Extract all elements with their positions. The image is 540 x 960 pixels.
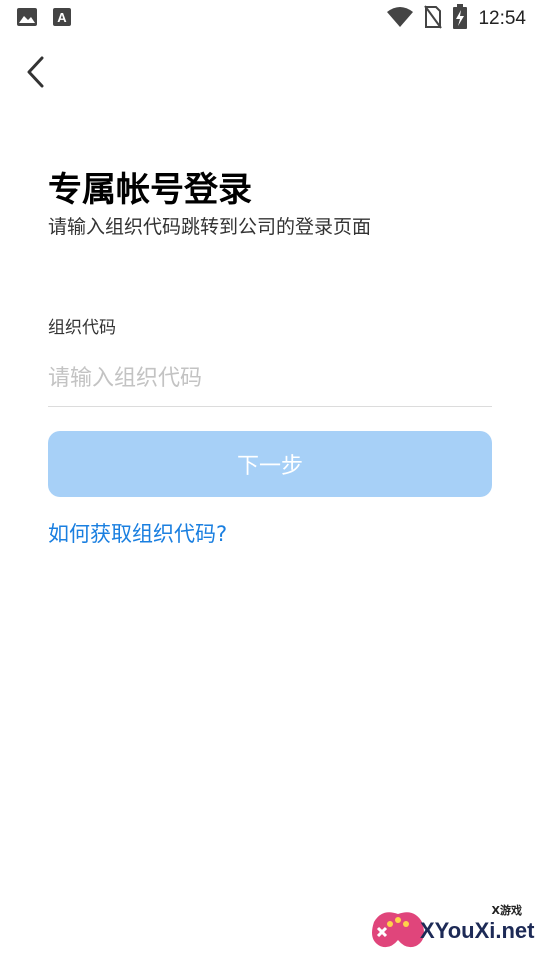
how-to-get-org-code-link[interactable]: 如何获取组织代码? — [48, 518, 227, 548]
no-sim-icon — [424, 5, 443, 33]
watermark-logo: X游戏 XYouXi.net — [368, 900, 536, 956]
watermark-small-text: X游戏 — [491, 904, 522, 917]
status-bar: A 12:54 — [0, 0, 540, 36]
gamepad-logo-icon — [372, 912, 424, 948]
org-code-input[interactable] — [48, 350, 492, 407]
next-button[interactable]: 下一步 — [48, 431, 492, 497]
org-code-label: 组织代码 — [48, 318, 116, 338]
page-title: 专属帐号登录 — [48, 170, 252, 210]
font-notification-icon: A — [52, 7, 72, 31]
watermark-brand-text: XYouXi.net — [420, 918, 535, 943]
image-notification-icon — [16, 7, 38, 31]
chevron-left-icon — [27, 56, 44, 88]
battery-charging-icon — [452, 4, 468, 34]
wifi-icon — [386, 6, 414, 32]
status-time: 12:54 — [478, 8, 526, 29]
back-button[interactable] — [22, 54, 52, 90]
svg-text:A: A — [57, 10, 67, 25]
page-subtitle: 请输入组织代码跳转到公司的登录页面 — [48, 216, 372, 238]
